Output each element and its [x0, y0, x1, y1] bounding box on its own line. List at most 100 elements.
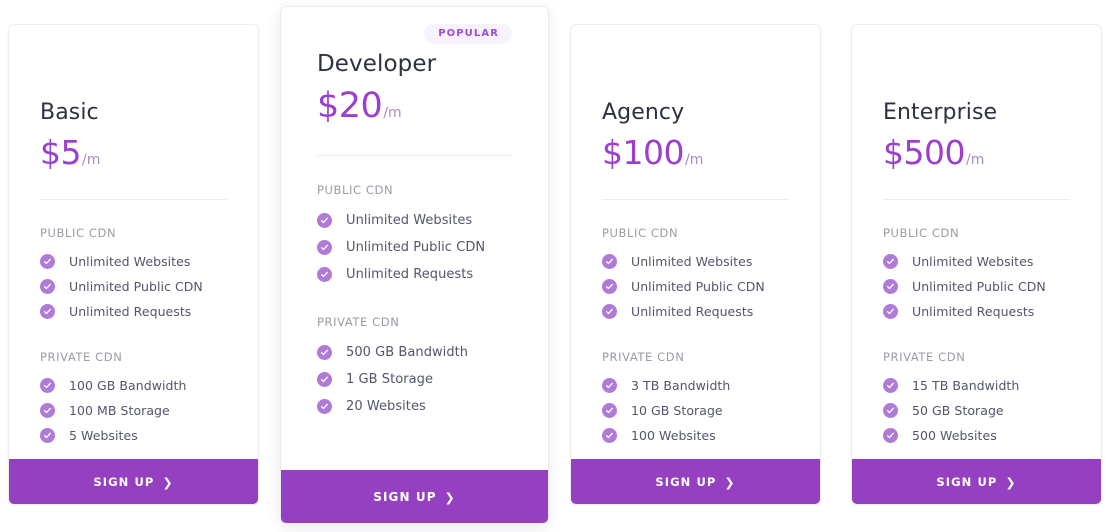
feature-section-label: PUBLIC CDN [317, 183, 394, 197]
check-icon [317, 240, 332, 255]
feature-label: Unlimited Public CDN [631, 279, 765, 294]
feature-item: Unlimited Requests [883, 299, 1070, 324]
plan-price: $5 [40, 133, 82, 172]
plan-period: /m [965, 152, 985, 168]
signup-button[interactable]: SIGN UP ❯ [9, 459, 258, 504]
feature-section-label: PRIVATE CDN [317, 315, 400, 329]
feature-section-label: PRIVATE CDN [40, 350, 123, 364]
feature-section-label: PUBLIC CDN [40, 226, 117, 240]
feature-section-label: PUBLIC CDN [602, 226, 679, 240]
signup-button[interactable]: SIGN UP ❯ [281, 470, 548, 523]
feature-item: Unlimited Websites [317, 207, 512, 234]
feature-item: 100 Websites [602, 423, 789, 448]
feature-list: 100 GB Bandwidth 100 MB Storage 5 Websites [40, 373, 227, 448]
divider [40, 199, 227, 200]
feature-label: 500 Websites [912, 428, 997, 443]
plan-period: /m [383, 105, 402, 121]
feature-label: 3 TB Bandwidth [631, 378, 731, 393]
feature-label: Unlimited Public CDN [69, 279, 203, 294]
plan-price: $20 [317, 86, 383, 126]
check-icon [40, 403, 55, 418]
feature-item: Unlimited Requests [40, 299, 227, 324]
plan-price: $500 [883, 133, 965, 172]
check-icon [883, 304, 898, 319]
feature-label: Unlimited Requests [69, 304, 192, 319]
check-icon [602, 378, 617, 393]
feature-label: 100 MB Storage [69, 403, 170, 418]
feature-label: 15 TB Bandwidth [912, 378, 1020, 393]
feature-item: 15 TB Bandwidth [883, 373, 1070, 398]
divider [317, 155, 512, 156]
feature-item: 3 TB Bandwidth [602, 373, 789, 398]
feature-item: 500 Websites [883, 423, 1070, 448]
chevron-right-icon: ❯ [724, 475, 736, 489]
feature-section-label: PRIVATE CDN [602, 350, 685, 364]
chevron-right-icon: ❯ [444, 490, 456, 504]
feature-item: 100 GB Bandwidth [40, 373, 227, 398]
feature-list: 3 TB Bandwidth 10 GB Storage 100 Websites [602, 373, 789, 448]
feature-item: 5 Websites [40, 423, 227, 448]
feature-label: 50 GB Storage [912, 403, 1004, 418]
feature-label: Unlimited Websites [912, 254, 1034, 269]
feature-label: Unlimited Requests [912, 304, 1035, 319]
check-icon [40, 428, 55, 443]
check-icon [883, 428, 898, 443]
feature-item: 100 MB Storage [40, 398, 227, 423]
feature-section-label: PRIVATE CDN [883, 350, 966, 364]
check-icon [602, 428, 617, 443]
feature-list: Unlimited Websites Unlimited Public CDN Un… [602, 249, 789, 324]
signup-button-label: SIGN UP [93, 474, 155, 489]
plan-price-row: $20/m [317, 89, 512, 124]
plan-price-row: $5/m [40, 136, 227, 169]
check-icon [40, 304, 55, 319]
badge-row: POPULAR [317, 7, 512, 44]
signup-button[interactable]: SIGN UP ❯ [852, 459, 1101, 504]
plan-price-row: $100/m [602, 136, 789, 169]
plan-period: /m [82, 152, 101, 168]
feature-label: 10 GB Storage [631, 403, 723, 418]
feature-label: 1 GB Storage [346, 372, 433, 387]
check-icon [317, 372, 332, 387]
badge-row [602, 25, 789, 61]
pricing-card-basic: Basic $5/m PUBLIC CDN Unlimited Websites Unl… [8, 24, 259, 505]
signup-button-label: SIGN UP [655, 474, 717, 489]
feature-list: 500 GB Bandwidth 1 GB Storage 20 Websites [317, 339, 512, 420]
signup-button-label: SIGN UP [373, 489, 437, 504]
feature-item: Unlimited Public CDN [317, 234, 512, 261]
pricing-card-developer: POPULAR Developer $20/m PUBLIC CDN Unlimited… [280, 6, 549, 524]
feature-item: Unlimited Public CDN [602, 274, 789, 299]
check-icon [317, 267, 332, 282]
popular-badge: POPULAR [424, 24, 512, 44]
chevron-right-icon: ❯ [162, 475, 174, 489]
feature-label: Unlimited Requests [346, 267, 474, 282]
check-icon [883, 378, 898, 393]
check-icon [602, 279, 617, 294]
feature-label: 100 GB Bandwidth [69, 378, 187, 393]
pricing-card-agency: Agency $100/m PUBLIC CDN Unlimited Websites… [570, 24, 821, 505]
feature-item: Unlimited Requests [602, 299, 789, 324]
check-icon [40, 378, 55, 393]
check-icon [883, 254, 898, 269]
card-body: POPULAR Developer $20/m PUBLIC CDN Unlimited… [281, 7, 548, 470]
feature-label: Unlimited Requests [631, 304, 754, 319]
plan-name: Basic [40, 100, 99, 125]
feature-item: 500 GB Bandwidth [317, 339, 512, 366]
card-body: Enterprise $500/m PUBLIC CDN Unlimited Webs… [852, 25, 1101, 459]
card-body: Basic $5/m PUBLIC CDN Unlimited Websites Unl… [9, 25, 258, 459]
badge-row [883, 25, 1070, 61]
feature-list: Unlimited Websites Unlimited Public CDN Un… [883, 249, 1070, 324]
feature-label: Unlimited Public CDN [346, 240, 486, 255]
feature-section-label: PUBLIC CDN [883, 226, 960, 240]
check-icon [883, 403, 898, 418]
check-icon [40, 254, 55, 269]
plan-name: Developer [317, 51, 437, 77]
check-icon [317, 399, 332, 414]
signup-button[interactable]: SIGN UP ❯ [571, 459, 820, 504]
feature-label: 5 Websites [69, 428, 138, 443]
plan-name: Enterprise [883, 100, 998, 125]
pricing-card-enterprise: Enterprise $500/m PUBLIC CDN Unlimited Webs… [851, 24, 1102, 505]
feature-item: Unlimited Public CDN [883, 274, 1070, 299]
badge-row [40, 25, 227, 61]
feature-item: 10 GB Storage [602, 398, 789, 423]
feature-list: Unlimited Websites Unlimited Public CDN Un… [40, 249, 227, 324]
